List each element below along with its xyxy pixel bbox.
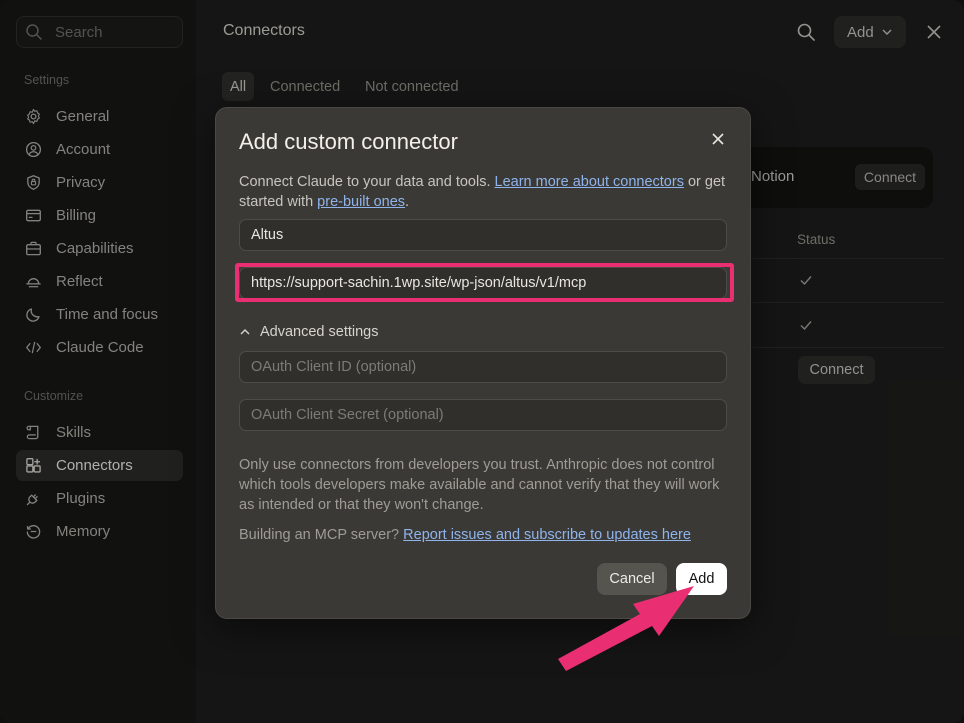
close-icon[interactable]: [711, 132, 725, 146]
add-custom-connector-dialog: Add custom connector Connect Claude to y…: [215, 107, 751, 619]
oauth-client-id-field[interactable]: OAuth Client ID (optional): [239, 351, 727, 383]
description-text: Connect Claude to your data and tools.: [239, 174, 495, 190]
dialog-description: Connect Claude to your data and tools. L…: [239, 172, 729, 212]
connector-name-field[interactable]: Altus: [239, 219, 727, 251]
report-issues-link[interactable]: Report issues and subscribe to updates h…: [403, 527, 691, 543]
footer-text: Building an MCP server?: [239, 527, 404, 543]
app-window: Search Settings General Account Privacy …: [0, 0, 964, 723]
dialog-title: Add custom connector: [239, 129, 458, 154]
advanced-settings-label: Advanced settings: [260, 324, 379, 340]
trust-notice: Only use connectors from developers you …: [239, 457, 720, 513]
pre-built-link[interactable]: pre-built ones: [317, 194, 405, 210]
description-text: .: [405, 194, 410, 210]
advanced-settings-toggle[interactable]: Advanced settings: [239, 324, 379, 340]
cancel-button[interactable]: Cancel: [597, 563, 667, 595]
mcp-footer: Building an MCP server? Report issues an…: [239, 527, 691, 543]
oauth-client-secret-field[interactable]: OAuth Client Secret (optional): [239, 399, 727, 431]
learn-more-link[interactable]: Learn more about connectors: [495, 174, 684, 190]
highlight-box: [235, 263, 734, 302]
add-button[interactable]: Add: [676, 563, 727, 595]
chevron-up-icon: [240, 329, 250, 335]
